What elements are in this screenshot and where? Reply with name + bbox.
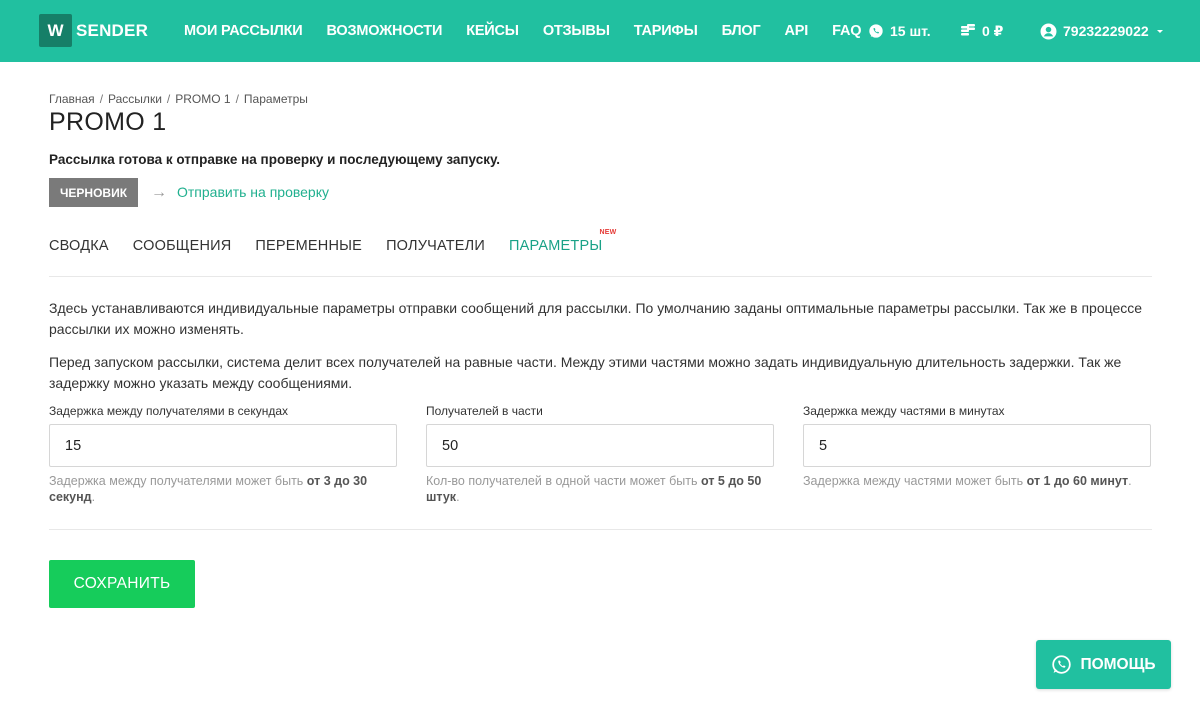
nav-blog[interactable]: БЛОГ <box>722 23 761 39</box>
nav-features[interactable]: ВОЗМОЖНОСТИ <box>327 23 443 39</box>
tab-messages[interactable]: СООБЩЕНИЯ <box>133 238 232 254</box>
whatsapp-count-value: 15 шт. <box>890 23 931 39</box>
coins-icon <box>961 24 975 36</box>
user-icon <box>1040 23 1057 39</box>
new-badge: NEW <box>599 229 617 236</box>
divider <box>49 529 1152 530</box>
nav-api[interactable]: API <box>785 23 809 39</box>
breadcrumb-separator: / <box>166 92 171 106</box>
ready-message: Рассылка готова к отправке на проверку и… <box>49 152 501 167</box>
delay-recipients-input[interactable] <box>49 424 397 467</box>
help-suffix: . <box>456 490 460 504</box>
breadcrumb-current: Параметры <box>243 92 308 106</box>
delay-parts-input[interactable] <box>803 424 1151 467</box>
help-suffix: . <box>91 490 96 504</box>
breadcrumb-separator: / <box>99 92 104 106</box>
help-button-label: ПОМОЩЬ <box>1080 655 1156 673</box>
divider <box>49 276 1152 277</box>
logo-mark: W <box>39 14 72 47</box>
help-text: Задержка между получателями может быть <box>49 474 307 488</box>
tab-parameters-label: ПАРАМЕТРЫ <box>509 238 603 254</box>
breadcrumb: Главная / Рассылки / PROMO 1 / Параметры <box>49 92 308 106</box>
logo[interactable]: W SENDER <box>39 14 148 47</box>
arrow-right-icon: → <box>151 184 167 201</box>
account-menu[interactable]: 79232229022 <box>1040 0 1165 62</box>
breadcrumb-separator: / <box>235 92 239 106</box>
help-range: от 1 до 60 минут <box>1026 474 1129 488</box>
nav-reviews[interactable]: ОТЗЫВЫ <box>543 23 610 39</box>
whatsapp-icon <box>1052 655 1072 674</box>
nav-tariffs[interactable]: ТАРИФЫ <box>634 23 698 39</box>
help-text: Кол-во получателей в одной части может б… <box>426 474 701 488</box>
description-paragraph: Здесь устанавливаются индивидуальные пар… <box>49 300 1143 337</box>
tabs: СВОДКА СООБЩЕНИЯ ПЕРЕМЕННЫЕ ПОЛУЧАТЕЛИ П… <box>49 229 626 254</box>
field-label: Задержка между получателями в секундах <box>49 404 289 418</box>
field-label: Задержка между частями в минутах <box>803 404 1005 418</box>
tab-parameters[interactable]: ПАРАМЕТРЫ NEW <box>509 229 616 254</box>
balance-value: 0 ₽ <box>982 22 1004 39</box>
recipients-per-part-input[interactable] <box>426 424 774 467</box>
breadcrumb-home[interactable]: Главная <box>49 92 95 106</box>
page-title: PROMO 1 <box>49 108 167 136</box>
whatsapp-count[interactable]: 15 шт. <box>868 0 931 62</box>
help-text: Задержка между частями может быть <box>803 474 1027 488</box>
top-navbar: W SENDER МОИ РАССЫЛКИ ВОЗМОЖНОСТИ КЕЙСЫ … <box>0 0 1200 62</box>
tab-variables[interactable]: ПЕРЕМЕННЫЕ <box>255 238 362 254</box>
balance[interactable]: 0 ₽ <box>960 0 1003 62</box>
help-button[interactable]: ПОМОЩЬ <box>1036 640 1171 689</box>
delay-parts-field: Задержка между частями в минутах Задержк… <box>803 404 1151 489</box>
field-help: Кол-во получателей в одной части может б… <box>426 473 774 505</box>
logo-text: SENDER <box>76 20 149 40</box>
field-label: Получателей в части <box>426 404 543 418</box>
send-for-review-link[interactable]: Отправить на проверку <box>177 184 329 200</box>
main-nav: МОИ РАССЫЛКИ ВОЗМОЖНОСТИ КЕЙСЫ ОТЗЫВЫ ТА… <box>184 0 885 62</box>
tab-summary[interactable]: СВОДКА <box>49 238 109 254</box>
field-help: Задержка между частями может быть от 1 д… <box>803 473 1151 489</box>
nav-faq[interactable]: FAQ <box>832 23 861 39</box>
account-phone: 79232229022 <box>1063 23 1149 39</box>
save-button[interactable]: СОХРАНИТЬ <box>49 560 195 608</box>
status-badge: ЧЕРНОВИК <box>49 178 138 207</box>
recipients-per-part-field: Получателей в части Кол-во получателей в… <box>426 404 774 505</box>
help-suffix: . <box>1128 474 1132 488</box>
chevron-down-icon <box>1156 30 1163 33</box>
whatsapp-icon <box>869 24 883 38</box>
nav-my-mailings[interactable]: МОИ РАССЫЛКИ <box>184 23 303 39</box>
tab-recipients[interactable]: ПОЛУЧАТЕЛИ <box>386 238 485 254</box>
field-help: Задержка между получателями может быть о… <box>49 473 397 505</box>
delay-recipients-field: Задержка между получателями в секундах З… <box>49 404 397 505</box>
description-paragraph: Перед запуском рассылки, система делит в… <box>49 354 1122 391</box>
breadcrumb-mailings[interactable]: Рассылки <box>108 92 162 106</box>
breadcrumb-promo[interactable]: PROMO 1 <box>175 92 230 106</box>
nav-cases[interactable]: КЕЙСЫ <box>466 23 519 39</box>
